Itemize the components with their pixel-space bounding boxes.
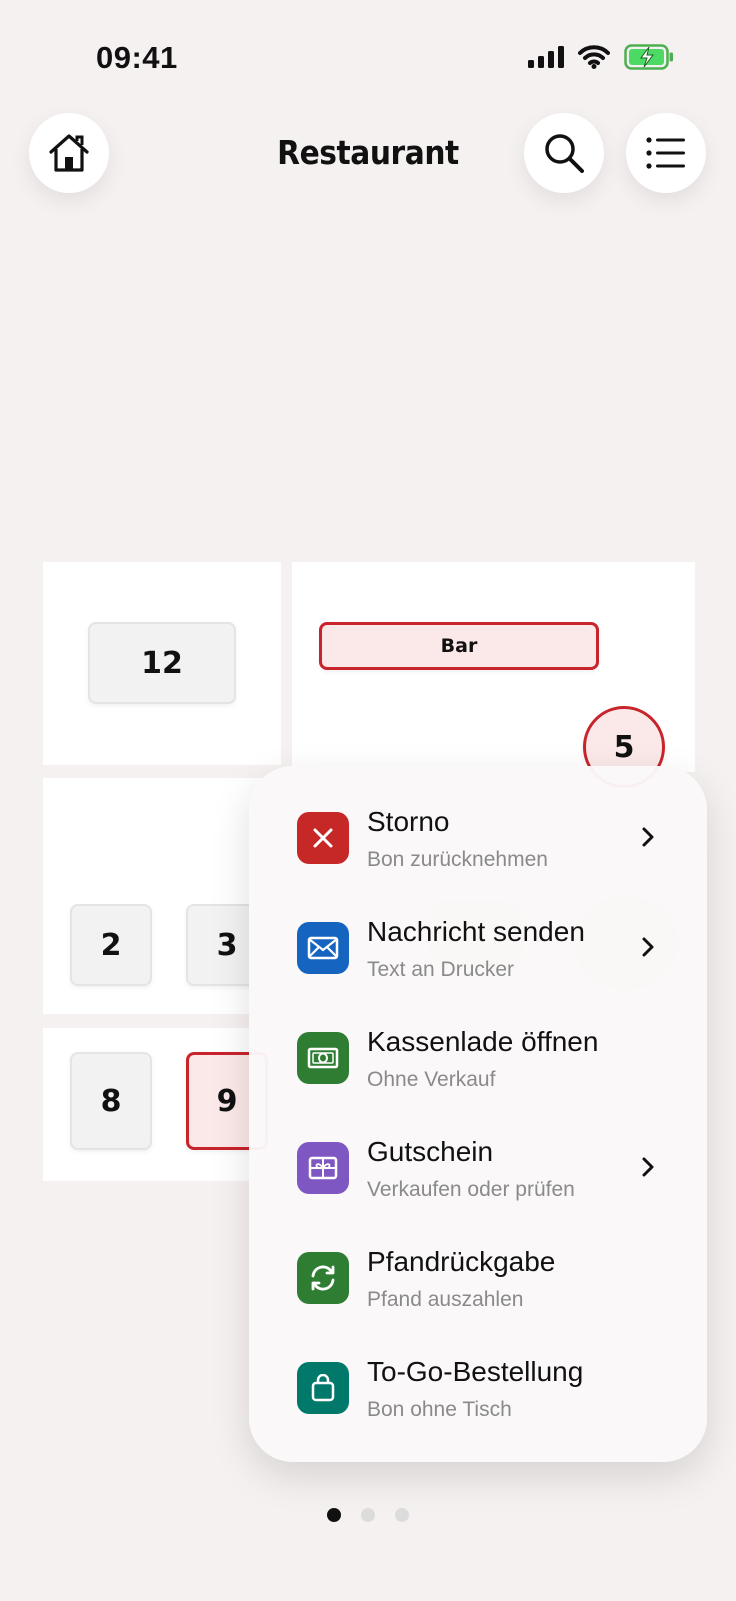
menu-item-storno[interactable]: Storno Bon zurücknehmen xyxy=(249,766,707,876)
wifi-icon xyxy=(578,45,610,69)
x-icon xyxy=(297,812,349,864)
chevron-right-icon xyxy=(642,937,654,957)
menu-item-title: Kassenlade öffnen xyxy=(367,1026,599,1057)
recycle-icon xyxy=(297,1252,349,1304)
menu-item-subtitle: Bon zurücknehmen xyxy=(367,848,548,871)
table-bar[interactable]: Bar xyxy=(319,622,599,670)
search-button[interactable] xyxy=(524,113,604,193)
menu-item-title: Pfandrückgabe xyxy=(367,1246,556,1277)
menu-item-subtitle: Ohne Verkauf xyxy=(367,1068,496,1091)
page-dot-active[interactable] xyxy=(327,1508,341,1522)
menu-item-title: Nachricht senden xyxy=(367,916,585,947)
bag-icon xyxy=(297,1362,349,1414)
menu-item-subtitle: Text an Drucker xyxy=(367,958,515,981)
signal-icon xyxy=(528,46,564,68)
page-indicator[interactable] xyxy=(0,1508,736,1522)
menu-item-kassenlade-oeffnen[interactable]: Kassenlade öffnen Ohne Verkauf xyxy=(249,986,707,1096)
envelope-icon xyxy=(297,922,349,974)
menu-item-title: Storno xyxy=(367,806,450,837)
menu-item-subtitle: Bon ohne Tisch xyxy=(367,1398,512,1421)
status-icons xyxy=(528,44,674,70)
menu-item-subtitle: Verkaufen oder prüfen xyxy=(367,1178,575,1201)
table-12[interactable]: 12 xyxy=(88,622,236,704)
battery-charging-icon xyxy=(624,44,673,70)
actions-popup-menu: Storno Bon zurücknehmen Nachricht senden… xyxy=(249,766,707,1462)
list-icon xyxy=(646,137,685,169)
gift-icon xyxy=(297,1142,349,1194)
cash-icon xyxy=(297,1032,349,1084)
chevron-right-icon xyxy=(642,827,654,847)
page-dot[interactable] xyxy=(395,1508,409,1522)
menu-item-to-go-bestellung[interactable]: To-Go-Bestellung Bon ohne Tisch xyxy=(249,1316,707,1426)
menu-item-pfandrueckgabe[interactable]: Pfandrückgabe Pfand auszahlen xyxy=(249,1206,707,1316)
status-time: 09:41 xyxy=(96,40,178,75)
table-8[interactable]: 8 xyxy=(70,1052,152,1150)
search-icon xyxy=(545,134,584,173)
menu-item-title: Gutschein xyxy=(367,1136,494,1167)
chevron-right-icon xyxy=(642,1157,654,1177)
menu-item-nachricht-senden[interactable]: Nachricht senden Text an Drucker xyxy=(249,876,707,986)
menu-item-subtitle: Pfand auszahlen xyxy=(367,1288,524,1311)
menu-item-title: To-Go-Bestellung xyxy=(367,1356,584,1387)
list-menu-button[interactable] xyxy=(626,113,706,193)
door-gap xyxy=(126,765,198,778)
page-dot[interactable] xyxy=(361,1508,375,1522)
table-2[interactable]: 2 xyxy=(70,904,152,986)
menu-item-gutschein[interactable]: Gutschein Verkaufen oder prüfen xyxy=(249,1096,707,1206)
